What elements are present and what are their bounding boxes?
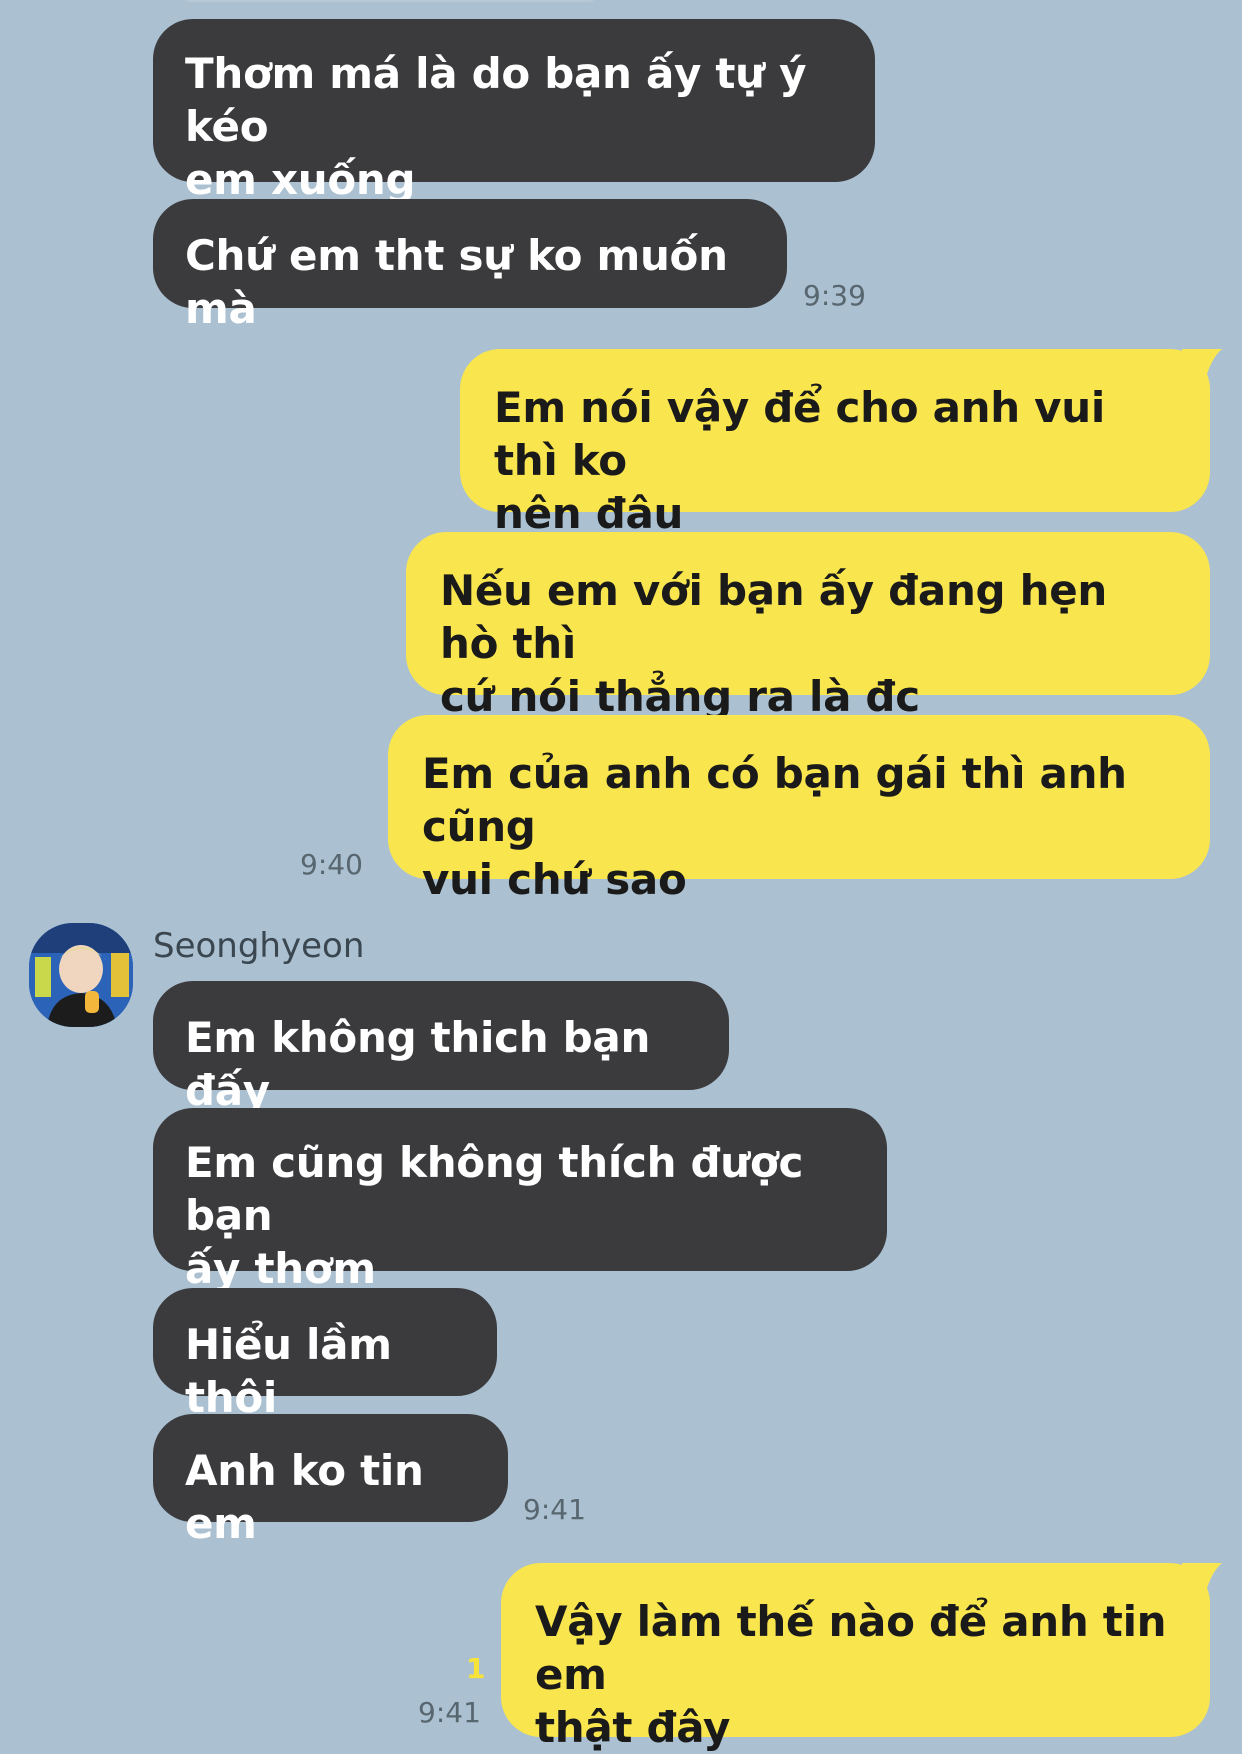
outgoing-message-bubble[interactable]: Em của anh có bạn gái thì anh cũng vui c… xyxy=(388,715,1210,904)
bubble-tail-icon xyxy=(1182,349,1222,385)
profile-photo-icon[interactable] xyxy=(29,923,133,1027)
outgoing-message-bubble[interactable]: Em nói vậy để cho anh vui thì ko nên đâu xyxy=(460,349,1210,538)
unread-count: 1 xyxy=(466,1652,486,1685)
sender-name: Seonghyeon xyxy=(153,926,365,966)
outgoing-message-bubble[interactable]: Vậy làm thế nào để anh tin em thật đây xyxy=(501,1563,1210,1752)
bubble-tail-icon xyxy=(1182,1563,1222,1599)
incoming-message-bubble[interactable]: Chứ em tht sự ko muốn mà xyxy=(153,199,787,333)
message-timestamp: 9:41 xyxy=(418,1696,481,1729)
message-timestamp: 9:39 xyxy=(803,279,866,312)
message-timestamp: 9:40 xyxy=(300,848,363,881)
outgoing-message-bubble[interactable]: Nếu em với bạn ấy đang hẹn hò thì cứ nói… xyxy=(406,532,1210,721)
message-timestamp: 9:41 xyxy=(523,1493,586,1526)
previous-message-edge xyxy=(180,0,600,2)
incoming-message-bubble[interactable]: Em cũng không thích được bạn ấy thơm xyxy=(153,1108,887,1293)
chat-window: Thơm má là do bạn ấy tự ý kéo em xuống C… xyxy=(0,0,1242,1752)
incoming-message-bubble[interactable]: Hiểu lầm thôi xyxy=(153,1288,497,1422)
avatar-image xyxy=(29,923,133,1027)
incoming-message-bubble[interactable]: Thơm má là do bạn ấy tự ý kéo em xuống xyxy=(153,19,875,204)
incoming-message-bubble[interactable]: Anh ko tin em xyxy=(153,1414,508,1548)
incoming-message-bubble[interactable]: Em không thich bạn đấy xyxy=(153,981,729,1115)
